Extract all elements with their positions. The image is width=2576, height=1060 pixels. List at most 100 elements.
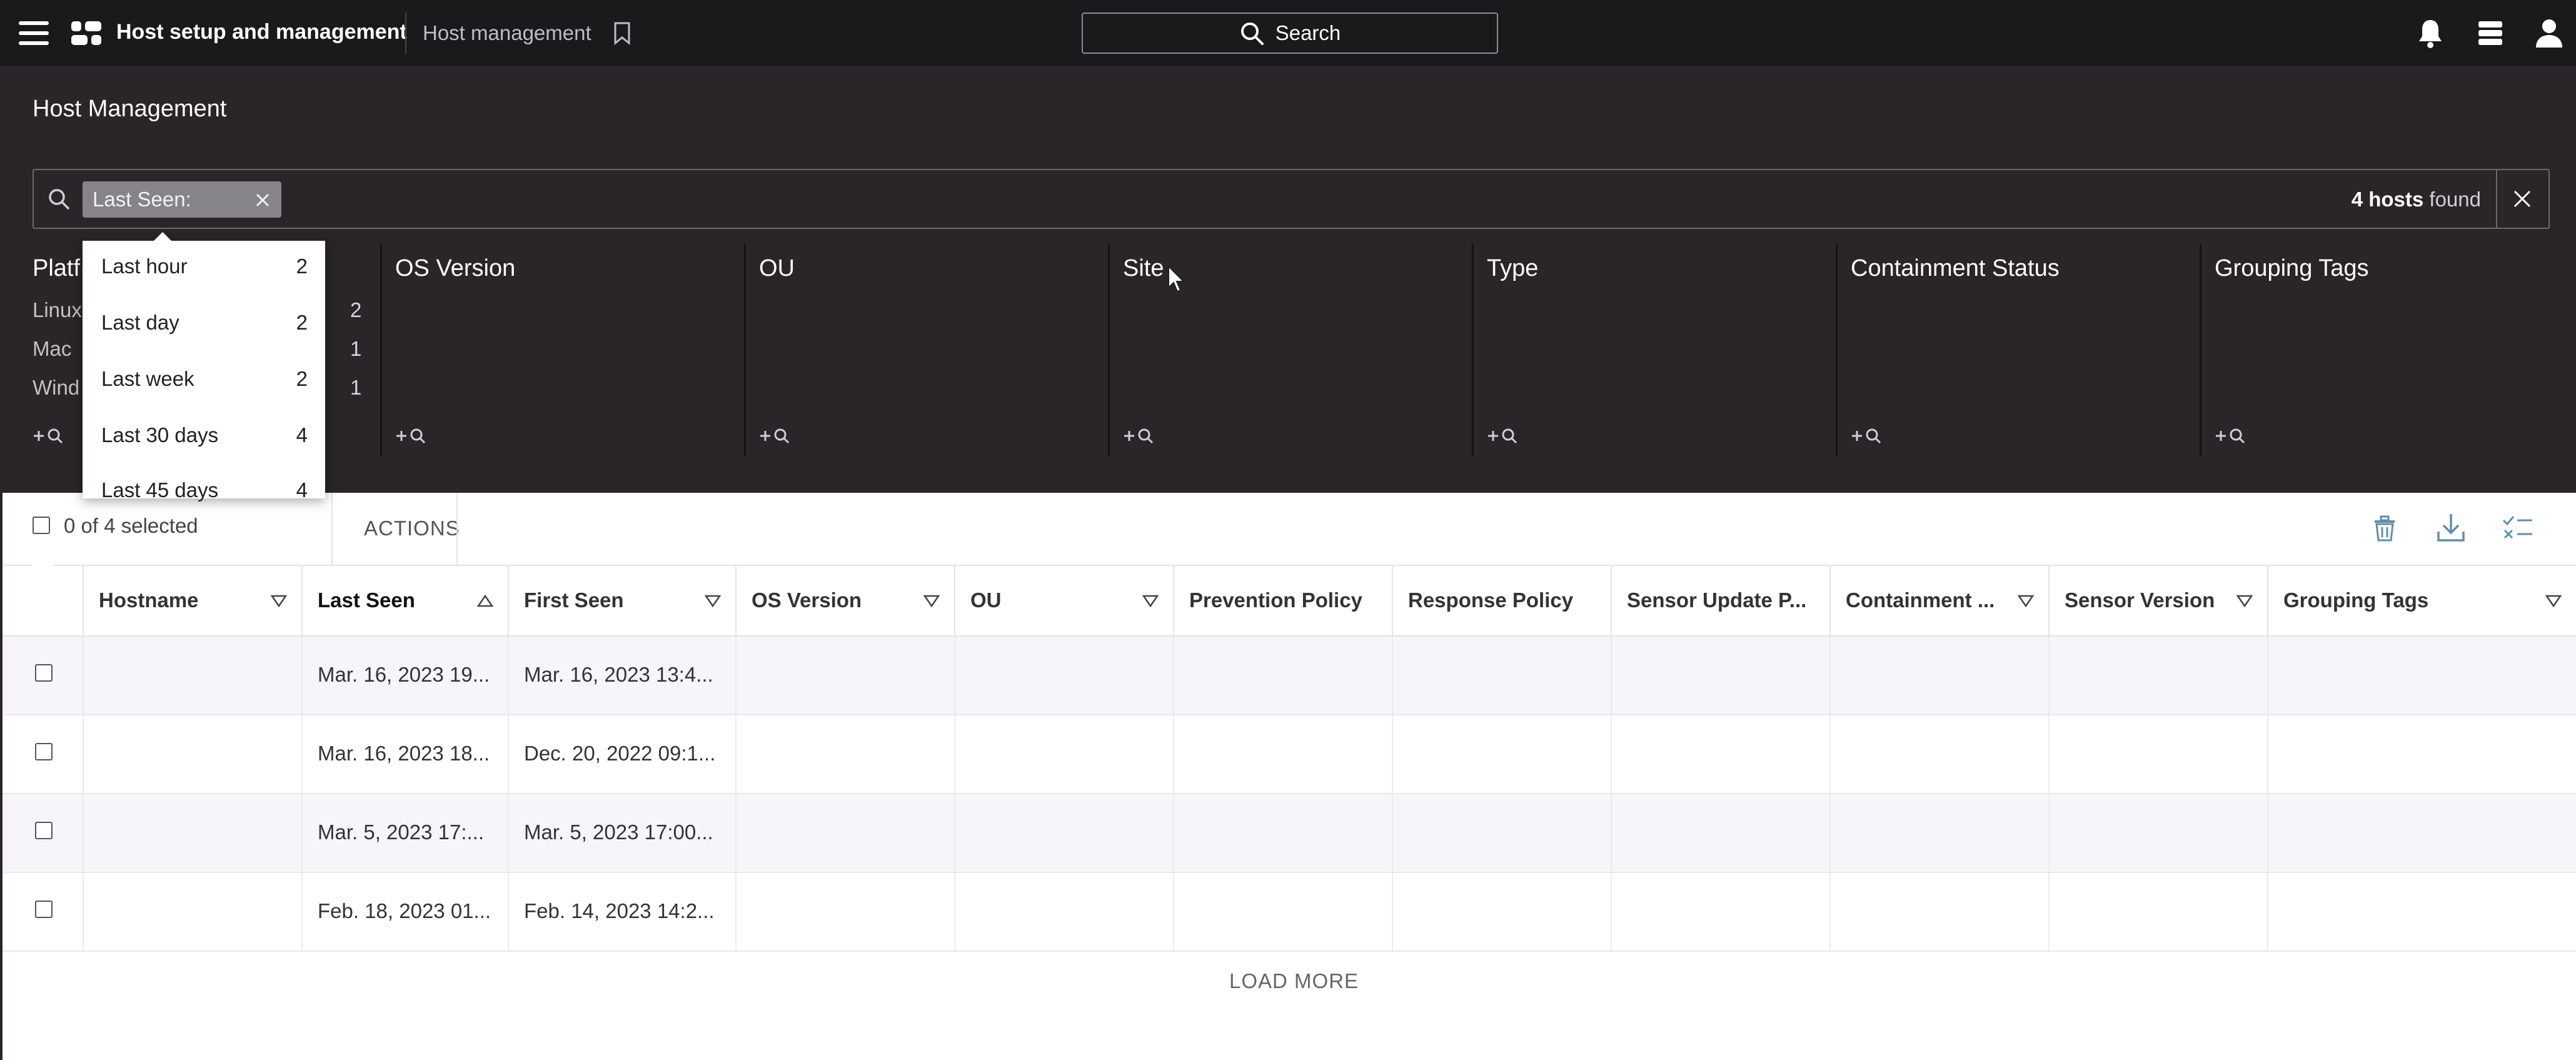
sort-down-icon[interactable]: [704, 592, 722, 610]
menu-icon[interactable]: [18, 19, 50, 48]
cell-last-seen: Mar. 16, 2023 19...: [301, 637, 508, 714]
load-more-button[interactable]: LOAD MORE: [1229, 969, 1359, 993]
cell-ou: [954, 715, 1173, 793]
column-header-os-version[interactable]: OS Version: [735, 566, 954, 635]
facet-row-label[interactable]: Mac: [33, 337, 71, 361]
facet-type: Type: [1472, 244, 1834, 522]
column-label: Sensor Update P...: [1627, 588, 1807, 612]
dropdown-option-label: Last 45 days: [101, 478, 219, 502]
column-header-sensor-version[interactable]: Sensor Version: [2048, 566, 2267, 635]
column-label: Last Seen: [318, 588, 415, 612]
dropdown-option[interactable]: Last hour 2: [101, 255, 308, 292]
facet-row-label[interactable]: Linux: [33, 298, 82, 322]
sort-down-icon[interactable]: [2545, 592, 2562, 610]
add-filter-icon[interactable]: [395, 425, 431, 447]
bookmark-icon[interactable]: [613, 21, 631, 45]
cell-hostname: [83, 873, 301, 951]
dropdown-option-count: 4: [296, 478, 308, 502]
column-label: Grouping Tags: [2283, 588, 2429, 612]
add-filter-icon[interactable]: [1851, 425, 1887, 447]
add-filter-icon[interactable]: [33, 425, 69, 447]
cell-ou: [954, 637, 1173, 714]
toolbar-divider: [456, 493, 458, 565]
bell-icon[interactable]: [2413, 16, 2447, 50]
column-settings-icon[interactable]: [2500, 510, 2535, 545]
sort-down-icon[interactable]: [270, 592, 288, 610]
actions-button[interactable]: ACTIONS: [364, 517, 460, 540]
trash-icon[interactable]: [2367, 510, 2402, 545]
breadcrumb[interactable]: Host management: [423, 21, 591, 45]
table-row[interactable]: Mar. 16, 2023 19... Mar. 16, 2023 13:4..…: [0, 637, 2576, 715]
cell-text: Feb. 14, 2023 14:2...: [524, 899, 715, 922]
column-header-ou[interactable]: OU: [954, 566, 1173, 635]
row-checkbox[interactable]: [35, 822, 53, 839]
add-filter-icon[interactable]: [759, 425, 795, 447]
column-header-last-seen[interactable]: Last Seen: [301, 566, 508, 635]
row-checkbox[interactable]: [35, 664, 53, 682]
column-label: OS Version: [752, 588, 862, 612]
facet-row-count: 1: [350, 376, 362, 399]
row-checkbox[interactable]: [35, 743, 53, 760]
clear-filters-icon[interactable]: [2511, 188, 2533, 210]
column-header-response-policy[interactable]: Response Policy: [1392, 566, 1611, 635]
cell-ou: [954, 794, 1173, 872]
app-title: Host setup and management: [116, 20, 407, 44]
facet-site: Site: [1108, 244, 1471, 522]
cell-containment: [1829, 873, 2048, 951]
column-header-hostname[interactable]: Hostname: [83, 566, 301, 635]
column-label: First Seen: [524, 588, 624, 612]
user-icon[interactable]: [2532, 16, 2566, 50]
cell-os-version: [735, 637, 954, 714]
filter-bar[interactable]: Last Seen: 4 hosts found: [33, 169, 2550, 229]
filter-chip-last-seen[interactable]: Last Seen:: [83, 181, 281, 218]
global-search-button[interactable]: Search: [1082, 13, 1498, 54]
hosts-found-count: 4 hosts: [2351, 188, 2424, 211]
column-header-sensor-update-policy[interactable]: Sensor Update P...: [1611, 566, 1829, 635]
dropdown-option[interactable]: Last 45 days 4: [101, 478, 308, 516]
column-header-grouping-tags[interactable]: Grouping Tags: [2267, 566, 2576, 635]
download-icon[interactable]: [2433, 510, 2468, 545]
cell-text: Mar. 16, 2023 18...: [318, 742, 490, 765]
table-row[interactable]: Feb. 18, 2023 01... Feb. 14, 2023 14:2..…: [0, 873, 2576, 952]
sort-down-icon[interactable]: [923, 592, 940, 610]
sort-down-icon[interactable]: [1142, 592, 1159, 610]
select-all-checkbox[interactable]: [33, 517, 50, 534]
title-divider: [405, 13, 406, 54]
facet-row-label[interactable]: Wind: [33, 376, 79, 400]
add-filter-icon[interactable]: [1123, 425, 1159, 447]
facet-divider: [1472, 244, 1474, 457]
sort-down-icon[interactable]: [2236, 592, 2253, 610]
cell-last-seen: Mar. 5, 2023 17:...: [301, 794, 508, 872]
sort-down-icon[interactable]: [2017, 592, 2035, 610]
sort-up-icon[interactable]: [476, 592, 494, 610]
switcher-icon[interactable]: [2473, 16, 2507, 50]
column-header-containment[interactable]: Containment ...: [1829, 566, 2048, 635]
dropdown-option-label: Last 30 days: [101, 423, 219, 447]
dropdown-option-count: 2: [296, 311, 308, 334]
column-header-prevention-policy[interactable]: Prevention Policy: [1173, 566, 1392, 635]
cell-sensor-version: [2048, 715, 2267, 793]
cell-text: Feb. 18, 2023 01...: [318, 899, 491, 922]
cell-prevention-policy: [1173, 715, 1392, 793]
table-row[interactable]: Mar. 5, 2023 17:... Mar. 5, 2023 17:00..…: [0, 794, 2576, 873]
table-row[interactable]: Mar. 16, 2023 18... Dec. 20, 2022 09:1..…: [0, 715, 2576, 794]
close-icon[interactable]: [254, 191, 271, 209]
mouse-cursor-icon: [1168, 265, 1185, 293]
facet-divider: [2200, 244, 2201, 457]
search-icon: [49, 189, 69, 209]
column-header-first-seen[interactable]: First Seen: [508, 566, 735, 635]
table-toolbar: 0 of 4 selected ACTIONS: [0, 493, 2576, 565]
top-bar: Host setup and management Host managemen…: [0, 0, 2576, 66]
row-checkbox[interactable]: [35, 901, 53, 918]
add-filter-icon[interactable]: [2215, 425, 2251, 447]
add-filter-icon[interactable]: [1487, 425, 1523, 447]
dropdown-option[interactable]: Last 30 days 4: [101, 423, 308, 461]
cell-sensor-update-policy: [1611, 873, 1829, 951]
cell-last-seen: Mar. 16, 2023 18...: [301, 715, 508, 793]
dropdown-option[interactable]: Last week 2: [101, 367, 308, 405]
facet-row-count: 2: [350, 298, 362, 321]
dropdown-option[interactable]: Last day 2: [101, 311, 308, 348]
cell-ou: [954, 873, 1173, 951]
dropdown-option-label: Last hour: [101, 255, 188, 278]
cell-grouping-tags: [2267, 637, 2576, 714]
